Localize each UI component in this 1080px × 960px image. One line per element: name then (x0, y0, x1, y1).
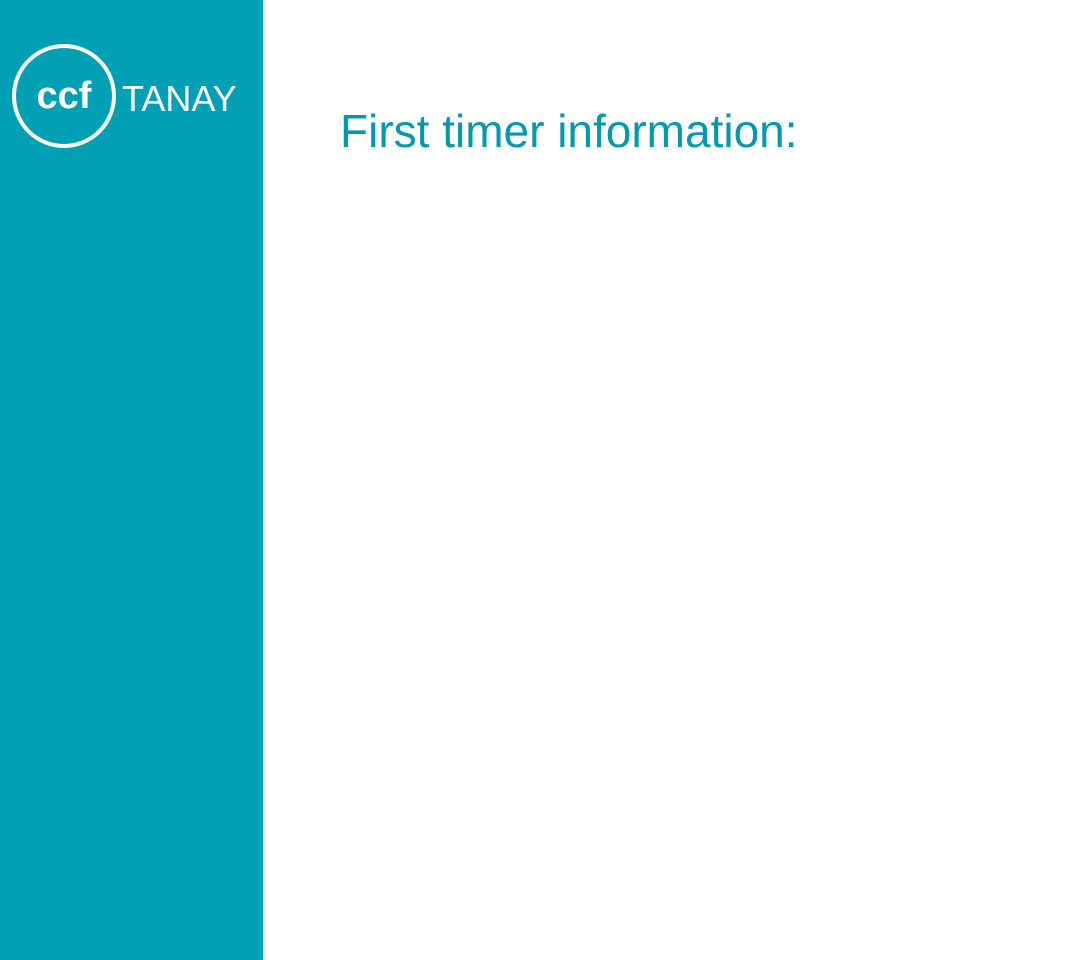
ccf-tanay-logo: ccf TANAY (12, 42, 252, 150)
brand-sidebar: ccf TANAY (0, 0, 263, 960)
logo-wordmark-text: TANAY (122, 78, 237, 119)
slide-title: First timer information: (340, 105, 798, 157)
slide: ccf TANAY First timer information: (0, 0, 1080, 960)
logo-mark-text: ccf (37, 75, 92, 117)
ccf-logo-icon: ccf TANAY (12, 44, 237, 148)
